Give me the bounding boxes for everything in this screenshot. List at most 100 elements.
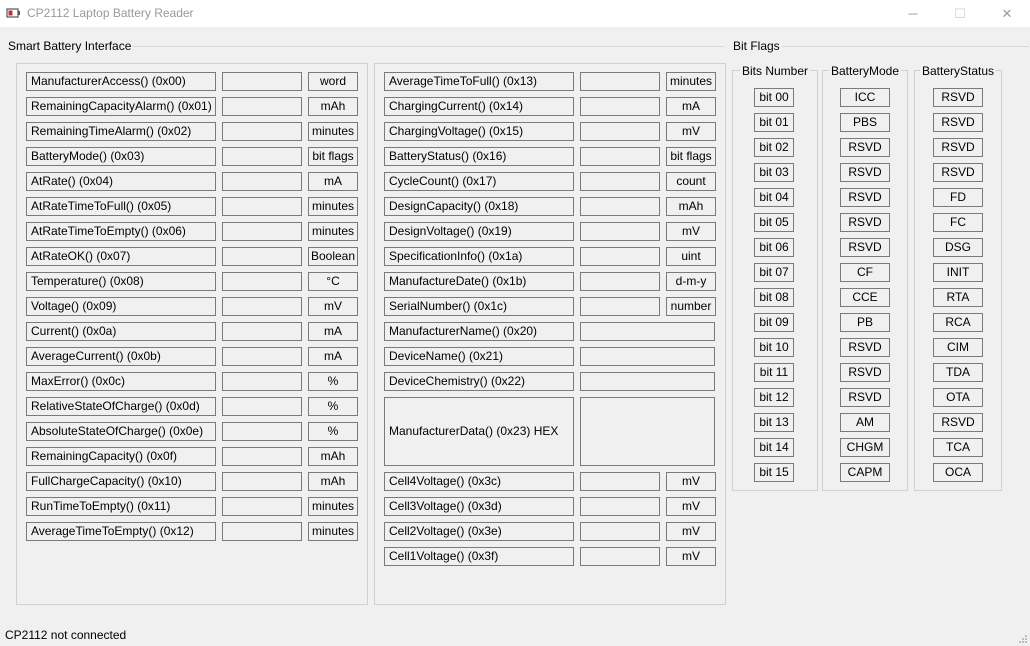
battery-mode-header: BatteryMode xyxy=(828,64,902,78)
battery-status-flag: DSG xyxy=(933,238,983,257)
register-label: ManufactureDate() (0x1b) xyxy=(384,272,574,291)
register-unit: mAh xyxy=(666,197,716,216)
register-label: BatteryMode() (0x03) xyxy=(26,147,216,166)
battery-status-flag: OTA xyxy=(933,388,983,407)
register-value-field[interactable] xyxy=(580,197,660,216)
battery-status-flag: TDA xyxy=(933,363,983,382)
register-value-field[interactable] xyxy=(222,222,302,241)
cell-voltage-field[interactable] xyxy=(580,497,660,516)
register-value-field[interactable] xyxy=(580,122,660,141)
register-label: MaxError() (0x0c) xyxy=(26,372,216,391)
register-value-field[interactable] xyxy=(222,422,302,441)
battery-mode-flag: CCE xyxy=(840,288,890,307)
register-value-field[interactable] xyxy=(580,272,660,291)
register-unit: uint xyxy=(666,247,716,266)
register-value-field[interactable] xyxy=(222,97,302,116)
register-label: Temperature() (0x08) xyxy=(26,272,216,291)
register-label: DeviceChemistry() (0x22) xyxy=(384,372,574,391)
status-text: CP2112 not connected xyxy=(5,628,127,642)
bit-number-cell: bit 12 xyxy=(754,388,794,407)
cell-voltage-label: Cell2Voltage() (0x3e) xyxy=(384,522,574,541)
cell-voltage-field[interactable] xyxy=(580,547,660,566)
register-value-field[interactable] xyxy=(580,222,660,241)
register-unit: minutes xyxy=(308,197,358,216)
minimize-icon: ─ xyxy=(908,6,918,21)
register-label: AverageTimeToEmpty() (0x12) xyxy=(26,522,216,541)
register-value-field[interactable] xyxy=(222,472,302,491)
register-unit: % xyxy=(308,422,358,441)
register-label: RelativeStateOfCharge() (0x0d) xyxy=(26,397,216,416)
register-value-field[interactable] xyxy=(222,522,302,541)
register-label: RemainingCapacity() (0x0f) xyxy=(26,447,216,466)
bit-number-cell: bit 00 xyxy=(754,88,794,107)
bit-number-cell: bit 01 xyxy=(754,113,794,132)
register-unit: mV xyxy=(666,222,716,241)
register-value-field[interactable] xyxy=(222,72,302,91)
register-value-field[interactable] xyxy=(222,122,302,141)
minimize-button[interactable]: ─ xyxy=(890,0,936,27)
register-unit: minutes xyxy=(308,122,358,141)
register-value-field[interactable] xyxy=(222,497,302,516)
battery-mode-flag: RSVD xyxy=(840,213,890,232)
cell-voltage-label: Cell4Voltage() (0x3c) xyxy=(384,472,574,491)
register-unit: minutes xyxy=(308,222,358,241)
maximize-button[interactable]: ☐ xyxy=(937,0,983,27)
battery-mode-flag: RSVD xyxy=(840,138,890,157)
battery-status-flag: FD xyxy=(933,188,983,207)
register-value-field[interactable] xyxy=(580,322,715,341)
register-value-field[interactable] xyxy=(580,97,660,116)
register-value-field[interactable] xyxy=(580,372,715,391)
register-label: AtRate() (0x04) xyxy=(26,172,216,191)
bit-number-cell: bit 13 xyxy=(754,413,794,432)
battery-mode-flag: AM xyxy=(840,413,890,432)
register-value-field[interactable] xyxy=(222,247,302,266)
register-unit: word xyxy=(308,72,358,91)
register-value-field[interactable] xyxy=(222,347,302,366)
register-value-field[interactable] xyxy=(222,147,302,166)
bit-number-cell: bit 08 xyxy=(754,288,794,307)
resize-grip-icon[interactable] xyxy=(1018,634,1028,644)
register-value-field[interactable] xyxy=(580,147,660,166)
battery-mode-flag: CF xyxy=(840,263,890,282)
register-value-field[interactable] xyxy=(580,347,715,366)
battery-mode-flag: RSVD xyxy=(840,188,890,207)
register-value-field[interactable] xyxy=(580,247,660,266)
register-label: RemainingTimeAlarm() (0x02) xyxy=(26,122,216,141)
register-unit: number xyxy=(666,297,716,316)
register-value-field[interactable] xyxy=(222,197,302,216)
register-label: RemainingCapacityAlarm() (0x01) xyxy=(26,97,216,116)
register-value-field[interactable] xyxy=(222,322,302,341)
register-value-field[interactable] xyxy=(222,447,302,466)
register-value-field[interactable] xyxy=(222,372,302,391)
battery-status-flag: RSVD xyxy=(933,413,983,432)
cell-voltage-label: Cell1Voltage() (0x3f) xyxy=(384,547,574,566)
cell-voltage-field[interactable] xyxy=(580,472,660,491)
cell-voltage-unit: mV xyxy=(666,547,716,566)
register-label: RunTimeToEmpty() (0x11) xyxy=(26,497,216,516)
register-value-field[interactable] xyxy=(222,272,302,291)
register-label: CycleCount() (0x17) xyxy=(384,172,574,191)
register-unit: mA xyxy=(666,97,716,116)
close-button[interactable]: ✕ xyxy=(984,0,1030,27)
close-icon: ✕ xyxy=(1001,5,1013,21)
manufacturer-data-field[interactable] xyxy=(580,397,715,466)
register-unit: count xyxy=(666,172,716,191)
bit-number-cell: bit 09 xyxy=(754,313,794,332)
cell-voltage-field[interactable] xyxy=(580,522,660,541)
bit-number-cell: bit 03 xyxy=(754,163,794,182)
battery-status-flag: RSVD xyxy=(933,138,983,157)
register-unit: minutes xyxy=(308,497,358,516)
register-unit: mAh xyxy=(308,97,358,116)
register-unit: mA xyxy=(308,347,358,366)
register-value-field[interactable] xyxy=(580,297,660,316)
register-value-field[interactable] xyxy=(222,172,302,191)
register-label: AtRateTimeToEmpty() (0x06) xyxy=(26,222,216,241)
battery-status-flag: CIM xyxy=(933,338,983,357)
register-label: FullChargeCapacity() (0x10) xyxy=(26,472,216,491)
register-unit: d-m-y xyxy=(666,272,716,291)
register-value-field[interactable] xyxy=(580,72,660,91)
register-value-field[interactable] xyxy=(580,172,660,191)
register-label: SpecificationInfo() (0x1a) xyxy=(384,247,574,266)
register-value-field[interactable] xyxy=(222,397,302,416)
register-value-field[interactable] xyxy=(222,297,302,316)
